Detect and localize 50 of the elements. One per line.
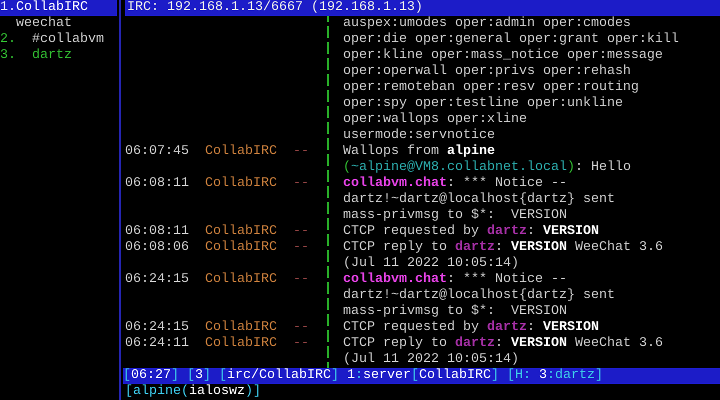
message-text: (Jul 11 2022 10:05:14) xyxy=(343,256,519,272)
buffer-item[interactable]: 2. #collabvm xyxy=(0,32,119,48)
title-bar: IRC: 192.168.1.13/6667 (192.168.1.13) xyxy=(125,0,720,16)
buffer-item[interactable]: 1.CollabIRC xyxy=(0,0,117,16)
message-text: oper:operwall oper:privs oper:rehash xyxy=(343,64,631,80)
buffer-item[interactable]: 3. dartz xyxy=(0,48,119,64)
prefix-arrow: -- xyxy=(293,224,309,239)
message-text: usermode:servnotice xyxy=(343,128,495,144)
message-text: CTCP reply to dartz: VERSION WeeChat 3.6 xyxy=(343,240,663,256)
message-text: dartz!~dartz@localhost{dartz} sent xyxy=(343,288,615,304)
message-text: dartz!~dartz@localhost{dartz} sent xyxy=(343,192,615,208)
prefix-arrow: -- xyxy=(293,240,309,255)
message-text: oper:spy oper:testline oper:unkline xyxy=(343,96,623,112)
message-text: oper:kline oper:mass_notice oper:message xyxy=(343,48,663,64)
timestamp: 06:24:15 xyxy=(125,320,189,335)
message-text: CTCP requested by dartz: VERSION xyxy=(343,320,599,336)
prefix-arrow: -- xyxy=(293,176,309,191)
nick-label: CollabIRC xyxy=(205,224,277,239)
message-text: CTCP reply to dartz: VERSION WeeChat 3.6 xyxy=(343,336,663,352)
message-text: collabvm.chat: *** Notice -- xyxy=(343,176,567,192)
timestamp: 06:08:06 xyxy=(125,240,189,255)
nick-label: CollabIRC xyxy=(205,320,277,335)
message-text: collabvm.chat: *** Notice -- xyxy=(343,272,567,288)
buffer-item[interactable]: weechat xyxy=(0,16,119,32)
nick-label: CollabIRC xyxy=(205,240,277,255)
message-text: (~alpine@VM8.collabnet.local): Hello xyxy=(343,160,631,176)
status-bar: [06:27] [3] [irc/CollabIRC] 1:server[CollabIRC] [H: 3:dartz] xyxy=(123,368,720,384)
nick-label: CollabIRC xyxy=(205,176,277,191)
message-text: mass-privmsg to $*: VERSION xyxy=(343,208,567,224)
timestamp: 06:24:11 xyxy=(125,336,189,351)
message-text: oper:wallops oper:xline xyxy=(343,112,527,128)
timestamp: 06:08:11 xyxy=(125,176,189,191)
message-text: CTCP requested by dartz: VERSION xyxy=(343,224,599,240)
message-text: Wallops from alpine xyxy=(343,144,495,160)
nick-label: CollabIRC xyxy=(205,336,277,351)
nick-label: CollabIRC xyxy=(205,272,277,287)
message-text: (Jul 11 2022 10:05:14) xyxy=(343,352,519,368)
prefix-arrow: -- xyxy=(293,336,309,351)
message-text: oper:remoteban oper:resv oper:routing xyxy=(343,80,639,96)
input-prompt: [alpine(ialoswz)] xyxy=(125,384,261,399)
prefix-arrow: -- xyxy=(293,272,309,287)
prefix-arrow: -- xyxy=(293,144,309,159)
message-text: oper:die oper:general oper:grant oper:kill xyxy=(343,32,679,48)
timestamp: 06:24:15 xyxy=(125,272,189,287)
message-text: mass-privmsg to $*: VERSION xyxy=(343,304,567,320)
message-text: auspex:umodes oper:admin oper:cmodes xyxy=(343,16,631,32)
prefix-arrow: -- xyxy=(293,320,309,335)
timestamp: 06:07:45 xyxy=(125,144,189,159)
nick-label: CollabIRC xyxy=(205,144,277,159)
timestamp: 06:08:11 xyxy=(125,224,189,239)
